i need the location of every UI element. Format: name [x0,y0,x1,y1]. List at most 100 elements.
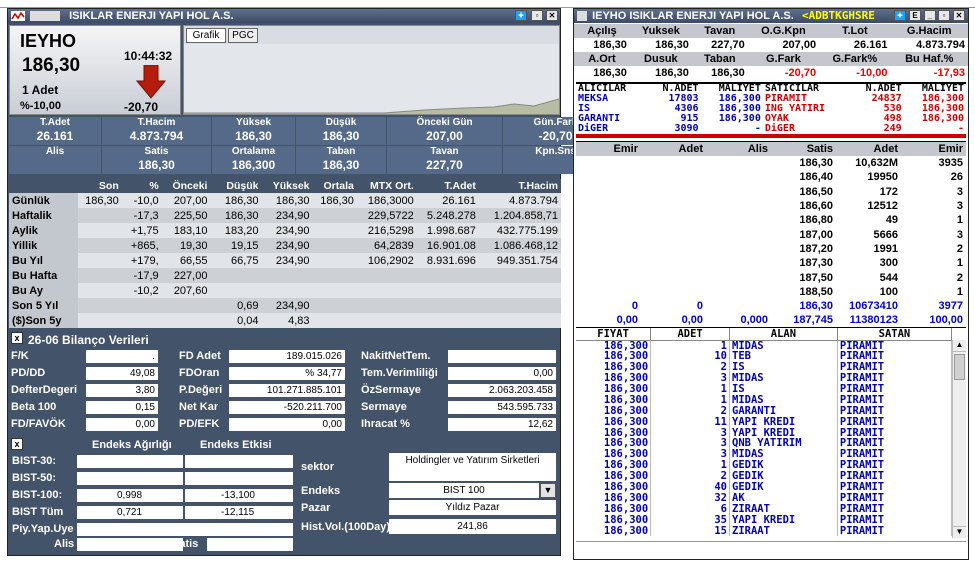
trade-cell: IS [729,361,838,373]
trade-row: 186,300 2 GEDIK PIRAMIT [576,470,953,482]
alis-field[interactable] [77,538,183,551]
twitter-icon[interactable]: ✦ [515,10,527,21]
trade-cell: 186,300 [576,525,652,537]
stats-header: G.Fark [765,53,801,65]
restore-button[interactable]: ▫ [531,10,543,21]
period-cell [162,313,211,328]
depth-bid-cell [706,285,771,299]
trade-cell: 186,300 [576,514,652,526]
broker-table: ALICILAR N.ADET MALIYET SATICILAR N.ADET MALI… [576,84,966,134]
close-button[interactable]: ✕ [546,10,558,21]
depth-bid-cell [706,256,771,270]
depth-total-cell [706,299,771,313]
period-cell [417,283,479,298]
trade-cell: 2 [650,361,730,373]
period-cell: 186,30 [275,194,310,207]
bilanco-label: Sermaye [361,401,407,413]
tab-pgc[interactable]: PGC [228,28,258,43]
satis-field[interactable] [207,538,293,551]
depth-row: 187,30 300 1 [576,256,966,270]
period-cell: 4,83 [288,314,310,327]
trades-table: FIYAT ADET ALAN SATAN 186,300 1 MIDAS PIRAMIT 1… [576,328,953,537]
trade-cell: 186,300 [576,394,652,406]
restore-button[interactable]: ▫ [938,10,950,21]
period-row-label: Günlük [9,193,78,208]
depth-bid-cell [706,213,771,227]
scrollbar[interactable]: ▲ ▼ [952,340,966,538]
period-cell: 225,50 [173,209,208,222]
stats-value: 4.873.794 [916,39,965,51]
e-button[interactable]: E [909,10,921,21]
bilanco-label: FD/FAVÖK [11,418,66,430]
trade-cell: ZIRAAT [729,503,838,515]
endeks-close-icon[interactable]: x [11,438,23,450]
bilanco-value: 0,00 [86,418,158,431]
summary1-cell: T.Adet 26.161 [9,117,101,145]
trade-cell: 186,300 [576,481,652,493]
period-cell: 26.161 [442,194,476,207]
pct-change: %-10,00 [20,100,61,112]
summary1-label: T.Adet [40,117,70,128]
bilanco-label: P.Değeri [179,384,223,396]
depth-bid-cell [576,227,641,241]
close-button[interactable]: ✕ [953,10,965,21]
scroll-up-icon[interactable]: ▲ [953,340,966,352]
trade-row: 186,300 2 GARANTI PIRAMIT [576,405,953,417]
endeks-weight-field [77,472,183,485]
trade-cell: QNB YATIRIM [729,438,838,449]
trade-cell: 1 [650,459,730,471]
endeks-select[interactable]: BIST 100 [389,483,539,498]
pazar-value: Yıldız Pazar [389,500,556,515]
period-cell: 19,30 [179,239,208,252]
sektor-label: sektor [301,461,335,473]
depth-ask-cell: 172 [879,185,898,198]
trade-cell: YAPI KREDI [729,514,838,526]
scroll-thumb[interactable] [954,354,965,380]
period-cell [78,253,122,268]
trade-cell: 15 [650,525,730,537]
scroll-down-icon[interactable]: ▼ [953,526,966,538]
period-cell [313,313,357,328]
trade-cell: ZIRAAT [729,525,838,537]
period-cell: 432.775.199 [496,224,558,237]
summary2-cell: Satis 186,30 [102,146,211,174]
broker-cell: 186,300 [921,113,964,124]
period-cell [78,298,122,313]
symbol-label: IEYHO [20,31,77,51]
trade-cell: PIRAMIT [837,470,953,482]
depth-bid-cell [641,285,706,299]
trade-cell: PIRAMIT [837,514,953,526]
period-cell [313,298,357,313]
summary2-cell: Ortalama 186,300 [212,146,295,174]
right-title-bar[interactable]: IEYHO ISIKLAR ENERJI YAPI HOL A.S. <ADBT… [574,9,968,23]
pazar-label: Pazar [301,502,331,514]
period-header: % [121,179,162,193]
bilanco-label: F/K [11,350,29,362]
stats-header: Bu Haf.% [905,53,954,65]
period-cell: 1.086.468,12 [493,239,558,252]
endeks-dropdown-icon[interactable]: ▼ [540,483,556,498]
twitter-icon[interactable]: ✦ [894,10,906,21]
endeks-effect-field: -13,100 [185,489,293,502]
trade-cell: YAPI KREDI [729,427,838,439]
period-cell: 234,90 [275,209,310,222]
trade-row: 186,300 40 GEDIK PIRAMIT [576,481,953,493]
trade-row: 186,300 15 ZIRAAT PIRAMIT [576,525,953,537]
tab-grafik[interactable]: Grafik [186,28,226,43]
trade-cell: 1 [650,340,730,351]
trade-cell: MIDAS [729,448,838,460]
depth-bid-cell [641,213,706,227]
depth-header: Satis [806,143,833,155]
right-window-title: IEYHO ISIKLAR ENERJI YAPI HOL A.S. [592,10,794,22]
trade-cell: PIRAMIT [837,459,953,471]
trade-cell: 186,300 [576,405,652,417]
bilanco-close-icon[interactable]: x [11,332,23,344]
depth-ask-cell: 1 [956,214,963,227]
left-title-bar[interactable]: ISIKLAR ENERJI YAPI HOL A.S. ✦ ▫ ✕ [8,9,560,23]
trade-cell: PIRAMIT [837,503,953,515]
stats-value: 186,30 [655,67,689,79]
stats-header: Dusuk [644,53,678,65]
minimize-button[interactable]: _ [924,10,936,21]
lot-label: 1 Adet [22,83,59,97]
bilanco-label: Ihracat % [361,418,410,430]
